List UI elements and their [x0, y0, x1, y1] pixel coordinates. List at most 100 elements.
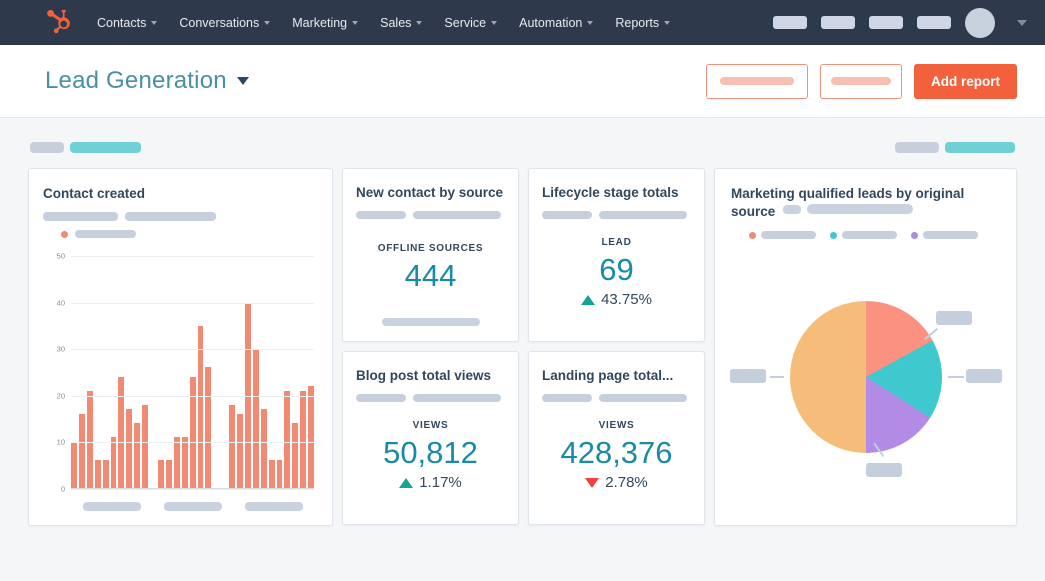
nav-item-automation[interactable]: Automation: [519, 16, 594, 30]
kpi-delta: 43.75%: [581, 291, 652, 308]
dashboard-selector[interactable]: Lead Generation: [45, 67, 249, 95]
nav-item-contacts[interactable]: Contacts: [97, 15, 158, 30]
nav-placeholder-1[interactable]: [773, 16, 807, 29]
header-ghost-button-1[interactable]: [706, 63, 808, 99]
nav-placeholder-3[interactable]: [869, 16, 903, 29]
chevron-down-icon[interactable]: [1017, 19, 1027, 26]
bar[interactable]: [260, 409, 267, 488]
bar[interactable]: [134, 423, 141, 488]
nav-item-label: Marketing: [292, 15, 348, 30]
grid-line: [71, 489, 314, 490]
card-subtitle-placeholders: [542, 211, 691, 220]
subtitle-placeholder-1: [356, 394, 406, 403]
subtitle-placeholder-2: [413, 211, 501, 220]
bar[interactable]: [157, 460, 164, 488]
bar[interactable]: [189, 376, 196, 488]
card-title: Contact created: [43, 186, 146, 201]
pie-leader-line: [769, 376, 784, 378]
legend-dot-icon: [749, 231, 756, 239]
y-axis-tick-label: 10: [56, 437, 65, 447]
kpi-metric-label: VIEWS: [412, 419, 449, 431]
triangle-up-icon: [399, 477, 414, 488]
legend-dot-icon: [911, 231, 918, 239]
bar[interactable]: [94, 460, 101, 488]
x-axis-label-placeholder: [163, 502, 222, 511]
legend-dot-icon: [61, 230, 68, 238]
bar[interactable]: [237, 413, 243, 488]
x-axis-label-placeholder: [244, 502, 303, 511]
bar[interactable]: [118, 376, 125, 488]
kpi-footer-placeholder: [381, 318, 480, 326]
bar[interactable]: [86, 390, 93, 488]
bar[interactable]: [102, 460, 109, 488]
pie-label-placeholder-left: [729, 369, 766, 384]
nav-item-conversations[interactable]: Conversations: [179, 16, 271, 30]
x-axis-label-placeholder: [82, 502, 141, 511]
bar[interactable]: [268, 460, 275, 488]
subtitle-placeholder-1: [43, 212, 118, 222]
card-title: Blog post total views: [356, 368, 492, 383]
pie-label-placeholder-right: [965, 369, 1002, 384]
top-navigation-bar: Contacts Conversations Marketing Sales S…: [0, 0, 1045, 45]
bar[interactable]: [308, 386, 315, 488]
kpi-delta: 2.78%: [585, 474, 648, 491]
y-axis-tick-label: 0: [60, 484, 65, 494]
bar[interactable]: [110, 437, 117, 488]
grid-line: [71, 442, 314, 444]
nav-placeholder-2[interactable]: [821, 16, 855, 29]
grid-line: [71, 302, 314, 304]
bar[interactable]: [165, 460, 172, 488]
card-new-contact-by-source: New contact by source OFFLINE SOURCES 44…: [342, 168, 519, 342]
bar[interactable]: [292, 423, 299, 488]
y-axis-tick-label: 20: [56, 391, 65, 401]
avatar-icon[interactable]: [965, 7, 995, 38]
bar[interactable]: [78, 413, 85, 488]
y-axis-tick-label: 30: [56, 344, 65, 354]
kpi-body: LEAD 69 43.75%: [542, 219, 691, 326]
nav-placeholder-4[interactable]: [917, 16, 951, 29]
nav-item-service[interactable]: Service: [444, 16, 498, 30]
header-ghost-button-2[interactable]: [820, 63, 902, 99]
nav-item-label: Contacts: [97, 15, 147, 30]
legend-label-placeholder: [923, 231, 978, 240]
kpi-body: VIEWS 428,376 2.78%: [542, 402, 691, 509]
nav-item-sales[interactable]: Sales: [380, 16, 423, 30]
y-axis-tick-label: 50: [56, 251, 65, 261]
kpi-value: 50,812: [383, 434, 478, 470]
bar[interactable]: [181, 437, 188, 488]
chevron-down-icon: [236, 77, 249, 85]
add-report-button[interactable]: Add report: [914, 63, 1017, 99]
bar[interactable]: [276, 460, 283, 488]
bar[interactable]: [229, 404, 236, 488]
bar[interactable]: [173, 437, 180, 488]
card-blog-post-total-views: Blog post total views VIEWS 50,812 1.17%: [342, 351, 519, 525]
chevron-down-icon: [491, 20, 498, 25]
dashboard-body: Contact created 0 10 20 30 40 50 New con…: [0, 118, 1045, 526]
button-label-placeholder: [831, 77, 891, 85]
nav-utility-area: [773, 7, 1027, 38]
subtitle-placeholder-1: [783, 205, 801, 214]
page-title: Lead Generation: [45, 67, 227, 94]
pie-legend: [731, 231, 1000, 240]
bar[interactable]: [71, 441, 77, 488]
bar[interactable]: [300, 390, 307, 488]
toolbar-placeholder-right-2[interactable]: [945, 141, 1015, 153]
bar[interactable]: [284, 390, 291, 488]
bar[interactable]: [142, 404, 149, 488]
bar[interactable]: [205, 367, 212, 488]
toolbar-placeholder-left-2[interactable]: [70, 141, 141, 153]
nav-item-marketing[interactable]: Marketing: [292, 15, 359, 30]
grid-line: [71, 395, 314, 397]
nav-item-reports[interactable]: Reports: [615, 16, 671, 30]
kpi-delta-value: 2.78%: [605, 474, 648, 492]
main-menu: Contacts Conversations Marketing Sales S…: [97, 15, 671, 30]
pie-label-placeholder-bottom: [865, 463, 902, 478]
bar[interactable]: [252, 348, 259, 488]
kpi-body: VIEWS 50,812 1.17%: [356, 402, 505, 509]
bar[interactable]: [126, 409, 133, 488]
kpi-metric-label: OFFLINE SOURCES: [377, 243, 484, 255]
toolbar-placeholder-right-1[interactable]: [895, 141, 939, 153]
kpi-delta: 1.17%: [399, 474, 462, 491]
toolbar-placeholder-left-1[interactable]: [30, 141, 64, 153]
hubspot-logo-icon[interactable]: [45, 9, 71, 36]
